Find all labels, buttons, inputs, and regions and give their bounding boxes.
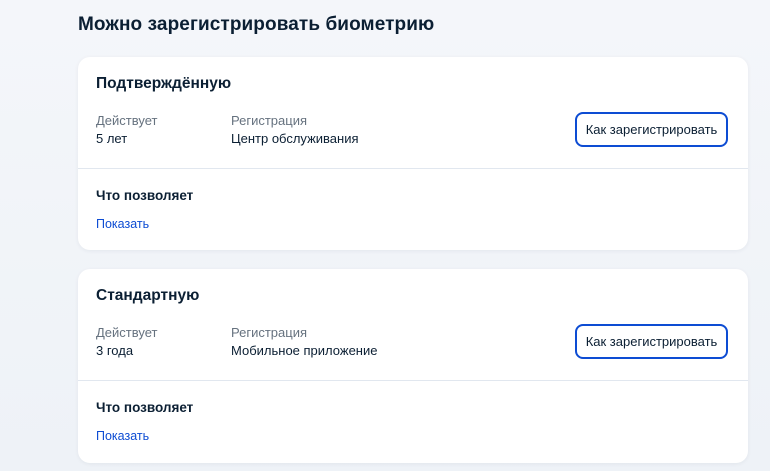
biometry-card-confirmed: Подтверждённую Действует 5 лет Регистрац…	[78, 57, 748, 250]
biometry-card-standard: Стандартную Действует 3 года Регистрация…	[78, 269, 748, 463]
how-to-register-button[interactable]: Как зарегистрировать	[575, 324, 728, 359]
valid-value: 5 лет	[96, 131, 128, 146]
registration-label: Регистрация	[231, 113, 307, 128]
valid-label: Действует	[96, 325, 158, 340]
allows-title: Что позволяет	[96, 400, 194, 415]
registration-value: Центр обслуживания	[231, 131, 359, 146]
card-divider	[78, 380, 748, 381]
page-title: Можно зарегистрировать биометрию	[78, 14, 435, 35]
card-title: Подтверждённую	[96, 75, 232, 92]
show-link[interactable]: Показать	[96, 429, 149, 443]
valid-value: 3 года	[96, 343, 134, 358]
page: Можно зарегистрировать биометрию Подтвер…	[0, 0, 770, 471]
card-divider	[78, 168, 748, 169]
allows-title: Что позволяет	[96, 188, 194, 203]
registration-value: Мобильное приложение	[231, 343, 378, 358]
show-link[interactable]: Показать	[96, 217, 149, 231]
registration-label: Регистрация	[231, 325, 307, 340]
how-to-register-button[interactable]: Как зарегистрировать	[575, 112, 728, 147]
card-title: Стандартную	[96, 287, 200, 304]
valid-label: Действует	[96, 113, 158, 128]
